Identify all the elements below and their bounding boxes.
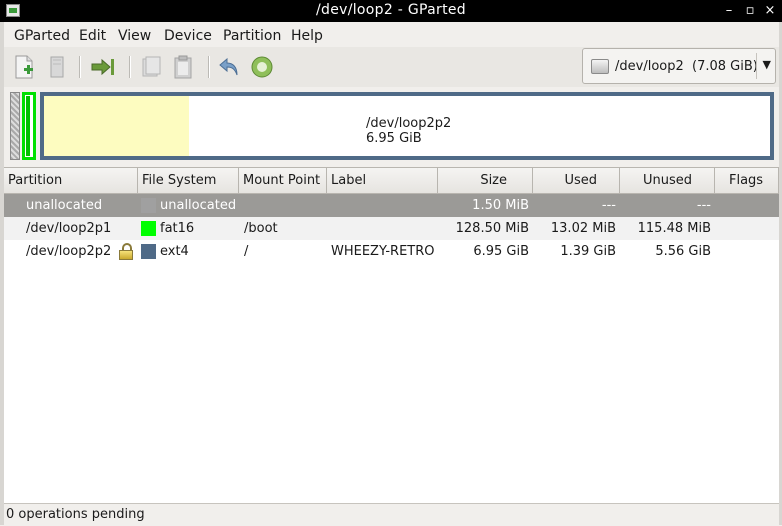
table-row[interactable]: unallocated unallocated 1.50 MiB --- --- <box>4 194 779 217</box>
column-header-flags[interactable]: Flags <box>715 168 779 194</box>
menu-partition[interactable]: Partition <box>223 28 281 44</box>
toolbar-separator <box>79 56 81 78</box>
apply-icon <box>251 56 273 78</box>
table-row[interactable]: /dev/loop2p2 ext4 / WHEEZY-RETRO 6.95 Gi… <box>4 240 779 263</box>
dropdown-arrow-icon: ▼ <box>762 58 771 71</box>
column-header-mountpoint[interactable]: Mount Point <box>239 168 327 194</box>
diskmap-partition-fat16[interactable] <box>22 92 36 160</box>
window-title: /dev/loop2 - GParted <box>316 2 466 18</box>
filesystem-color-swatch <box>141 244 156 259</box>
toolbar-separator <box>129 56 131 78</box>
toolbar-separator <box>208 56 210 78</box>
new-partition-icon <box>15 55 33 79</box>
copy-icon <box>142 56 161 77</box>
column-header-partition[interactable]: Partition <box>4 168 138 194</box>
cell-size: 6.95 GiB <box>473 244 529 259</box>
menu-help[interactable]: Help <box>291 28 323 44</box>
column-header-unused[interactable]: Unused <box>620 168 715 194</box>
ext4-used-bar <box>44 96 190 156</box>
cell-size: 1.50 MiB <box>472 198 529 213</box>
column-header-used[interactable]: Used <box>533 168 620 194</box>
delete-partition-icon <box>50 56 64 78</box>
cell-label: WHEEZY-RETRO <box>331 244 435 259</box>
dropdown-divider <box>756 53 757 79</box>
undo-button[interactable] <box>216 54 242 80</box>
menu-bar: GParted Edit View Device Partition Help <box>4 23 779 47</box>
close-button[interactable]: × <box>760 0 780 22</box>
cell-unused: 5.56 GiB <box>655 244 711 259</box>
delete-partition-button[interactable] <box>44 54 70 80</box>
cell-used: --- <box>601 198 616 213</box>
cell-filesystem: ext4 <box>160 244 189 259</box>
undo-icon <box>219 57 238 76</box>
partition-table: Partition File System Mount Point Label … <box>4 167 779 504</box>
disk-graphic: /dev/loop2p2 6.95 GiB <box>4 87 779 165</box>
column-header-filesystem[interactable]: File System <box>138 168 239 194</box>
cell-size: 128.50 MiB <box>455 221 529 236</box>
cell-unused: --- <box>696 198 711 213</box>
cell-mountpoint: / <box>244 244 249 259</box>
lock-icon <box>119 243 133 260</box>
status-text: 0 operations pending <box>6 507 145 522</box>
filesystem-color-swatch <box>141 221 156 236</box>
cell-used: 13.02 MiB <box>550 221 616 236</box>
cell-used: 1.39 GiB <box>560 244 616 259</box>
diskmap-partition-ext4[interactable]: /dev/loop2p2 6.95 GiB <box>40 92 774 160</box>
diskmap-unallocated[interactable] <box>10 92 20 160</box>
column-header-label[interactable]: Label <box>327 168 438 194</box>
status-bar: 0 operations pending <box>4 503 779 526</box>
title-bar: /dev/loop2 - GParted – ▫ × <box>0 0 782 22</box>
menu-gparted[interactable]: GParted <box>14 28 70 44</box>
device-name: /dev/loop2 (7.08 GiB) <box>615 59 758 74</box>
filesystem-color-swatch <box>141 198 156 213</box>
table-header: Partition File System Mount Point Label … <box>4 168 779 194</box>
paste-button[interactable] <box>170 54 196 80</box>
cell-filesystem: unallocated <box>160 198 237 213</box>
menu-device[interactable]: Device <box>164 28 212 44</box>
device-selector[interactable]: /dev/loop2 (7.08 GiB) ▼ <box>582 48 776 84</box>
cell-mountpoint: /boot <box>244 221 278 236</box>
harddisk-icon <box>591 59 609 74</box>
paste-icon <box>174 55 192 79</box>
cell-partition: unallocated <box>26 198 103 213</box>
cell-partition: /dev/loop2p2 <box>26 244 112 259</box>
cell-partition: /dev/loop2p1 <box>26 221 112 236</box>
cell-unused: 115.48 MiB <box>637 221 711 236</box>
resize-move-button[interactable] <box>90 54 116 80</box>
maximize-button[interactable]: ▫ <box>740 0 760 22</box>
resize-move-icon <box>91 58 114 76</box>
menu-view[interactable]: View <box>118 28 151 44</box>
column-header-size[interactable]: Size <box>438 168 533 194</box>
table-row[interactable]: /dev/loop2p1 fat16 /boot 128.50 MiB 13.0… <box>4 217 779 240</box>
ext4-partition-label: /dev/loop2p2 6.95 GiB <box>366 116 452 146</box>
copy-button[interactable] <box>138 54 164 80</box>
apply-button[interactable] <box>249 54 275 80</box>
menu-edit[interactable]: Edit <box>79 28 106 44</box>
new-partition-button[interactable] <box>11 54 37 80</box>
cell-filesystem: fat16 <box>160 221 195 236</box>
minimize-button[interactable]: – <box>719 0 739 22</box>
